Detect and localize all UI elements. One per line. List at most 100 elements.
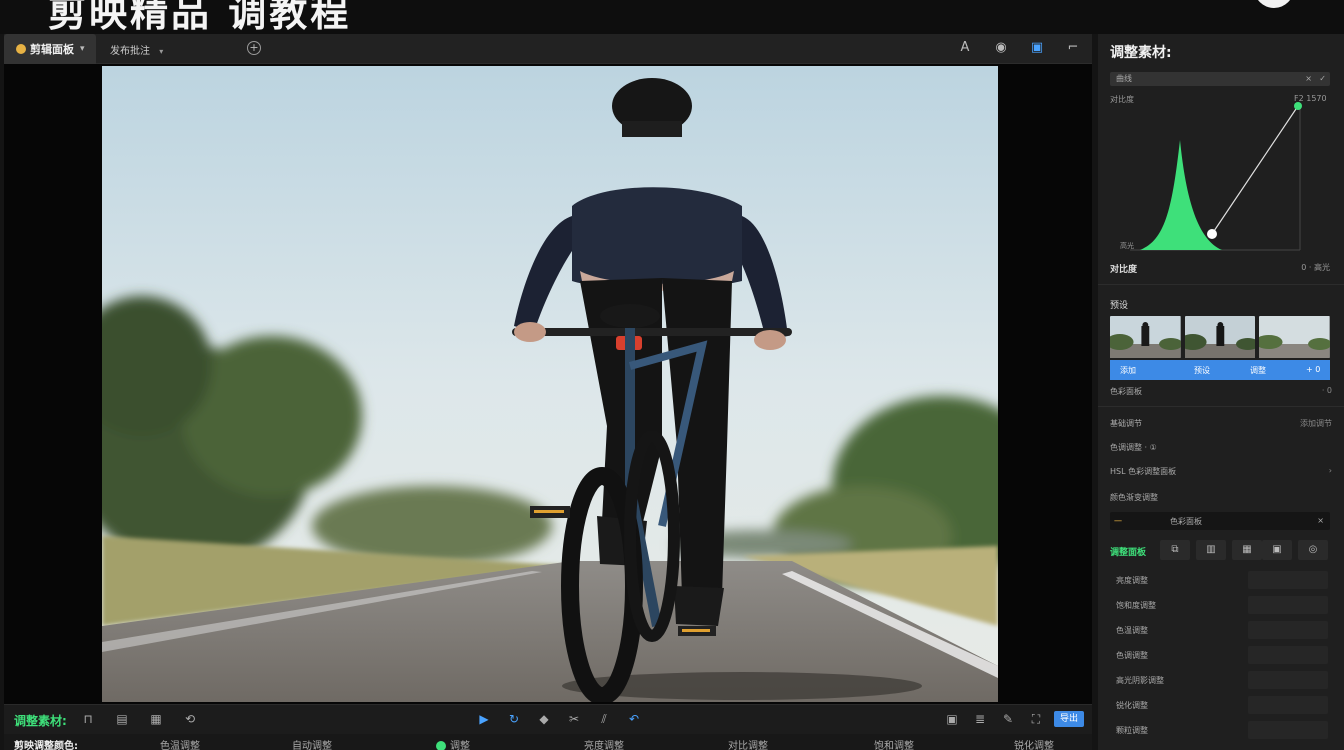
row-label: 颜色渐变调整 bbox=[1110, 493, 1158, 502]
preset-thumbnail[interactable] bbox=[1184, 316, 1256, 358]
panel-title: 调整素材: bbox=[1110, 45, 1172, 61]
preset-action[interactable]: 预设 bbox=[1194, 365, 1210, 376]
property-label: 亮度调整 bbox=[1116, 576, 1148, 585]
frame-icon[interactable]: ▦ bbox=[148, 711, 164, 727]
property-value-field[interactable] bbox=[1248, 721, 1328, 739]
close-icon[interactable]: × bbox=[1305, 72, 1312, 86]
strip-item[interactable]: 饱和调整 bbox=[874, 737, 914, 750]
logo-icon bbox=[1254, 0, 1294, 8]
grid-icon[interactable]: ▦ bbox=[1232, 540, 1262, 560]
banner-title: 剪映精品 调教程 bbox=[48, 0, 352, 34]
curve-selector[interactable]: 曲线 × ✓ bbox=[1110, 72, 1330, 86]
tab-publish[interactable]: 发布批注 ▾ bbox=[110, 42, 163, 57]
tabs-label: 调整面板 bbox=[1110, 548, 1147, 558]
split-clip-icon[interactable]: ⫽ bbox=[596, 711, 612, 727]
thumbnail-image bbox=[1184, 316, 1256, 358]
adjust-property[interactable]: 色温调整 bbox=[1112, 620, 1332, 640]
tab-label: 发布批注 bbox=[110, 46, 150, 57]
chevron-down-icon: ▾ bbox=[159, 47, 164, 56]
frame-icon[interactable]: ▣ bbox=[1262, 540, 1292, 560]
strip-item[interactable]: 亮度调整 bbox=[584, 737, 624, 750]
eye-icon[interactable]: ◉ bbox=[992, 39, 1010, 57]
property-label: 锐化调整 bbox=[1116, 701, 1148, 710]
panel-icon[interactable]: ▥ bbox=[1196, 540, 1226, 560]
strip-item[interactable]: 对比调整 bbox=[728, 737, 768, 750]
toolbar-right-icons: A ◉ ▣ ⌐ bbox=[956, 39, 1082, 57]
strip-item[interactable]: 调整 bbox=[436, 737, 470, 750]
bottom-strip: 剪映调整颜色: 色温调整 自动调整 调整 亮度调整 对比调整 饱和调整 锐化调整 bbox=[4, 734, 1092, 750]
text-icon[interactable]: ▤ bbox=[114, 711, 130, 727]
adjust-property[interactable]: 颗粒调整 bbox=[1112, 720, 1332, 740]
tab-label: 剪辑面板 bbox=[30, 43, 74, 56]
cyclist-photo bbox=[102, 66, 998, 702]
settings-row[interactable]: 基础调节 添加调节 bbox=[1110, 418, 1332, 429]
trim-icon[interactable]: ✂ bbox=[566, 711, 582, 727]
settings-row[interactable]: 颜色渐变调整 bbox=[1110, 492, 1332, 503]
property-value-field[interactable] bbox=[1248, 571, 1328, 589]
strip-item[interactable]: 自动调整 bbox=[292, 737, 332, 750]
adjust-property[interactable]: 亮度调整 bbox=[1112, 570, 1332, 590]
editor-toolbar: 剪辑面板 ▾ 发布批注 ▾ + A ◉ ▣ ⌐ bbox=[4, 34, 1092, 64]
check-icon[interactable]: ✓ bbox=[1319, 72, 1326, 86]
color-panel-selector[interactable]: 一 色彩面板 × bbox=[1110, 512, 1330, 530]
bottom-right-icons: ▣ ≣ ✎ ⛶ bbox=[944, 711, 1044, 727]
adjust-property[interactable]: 锐化调整 bbox=[1112, 695, 1332, 715]
split-icon[interactable]: ⊓ bbox=[80, 711, 96, 727]
text-style-icon[interactable]: A bbox=[956, 39, 974, 57]
copy-icon[interactable]: ⧉ bbox=[1160, 540, 1190, 560]
adjust-property[interactable]: 饱和度调整 bbox=[1112, 595, 1332, 615]
contrast-value: 0 · 高光 bbox=[1301, 263, 1330, 272]
adjust-property[interactable]: 色调调整 bbox=[1112, 645, 1332, 665]
tutorial-banner: 剪映精品 调教程 bbox=[0, 0, 1344, 34]
divider bbox=[1098, 406, 1344, 407]
property-label: 色温调整 bbox=[1116, 626, 1148, 635]
chevron-down-icon: ▾ bbox=[80, 44, 85, 54]
play-icon[interactable]: ▶ bbox=[476, 711, 492, 727]
add-tab-icon[interactable]: + bbox=[247, 41, 261, 55]
row-label: 基础调节 bbox=[1110, 419, 1142, 428]
image-icon[interactable]: ▣ bbox=[944, 711, 960, 727]
preset-action[interactable]: + 0 bbox=[1306, 365, 1320, 374]
property-value-field[interactable] bbox=[1248, 621, 1328, 639]
pen-icon[interactable]: ✎ bbox=[1000, 711, 1016, 727]
settings-row[interactable]: 色调调整 · ① bbox=[1110, 442, 1332, 453]
close-icon[interactable]: × bbox=[1317, 516, 1324, 525]
strip-item[interactable]: 色温调整 bbox=[160, 737, 200, 750]
preview-image[interactable] bbox=[102, 66, 998, 702]
preset-thumbnail[interactable] bbox=[1259, 316, 1331, 358]
strip-item[interactable]: 剪映调整颜色: bbox=[14, 737, 78, 750]
marker-icon[interactable]: ◆ bbox=[536, 711, 552, 727]
fullscreen-icon[interactable]: ⛶ bbox=[1028, 711, 1044, 727]
preset-action[interactable]: 调整 bbox=[1250, 365, 1266, 376]
preset-thumbnails bbox=[1110, 316, 1331, 358]
toggle-dot-icon bbox=[436, 741, 446, 750]
property-label: 高光阴影调整 bbox=[1116, 676, 1164, 685]
layers-icon[interactable]: ≣ bbox=[972, 711, 988, 727]
crop-icon[interactable]: ⌐ bbox=[1064, 39, 1082, 57]
curve-point[interactable] bbox=[1294, 102, 1302, 110]
property-value-field[interactable] bbox=[1248, 646, 1328, 664]
layout-icon[interactable]: ▣ bbox=[1028, 39, 1046, 57]
settings-row[interactable]: HSL 色彩调整面板 › bbox=[1110, 466, 1332, 477]
row-label: 色彩面板 bbox=[1110, 387, 1142, 396]
curve-point[interactable] bbox=[1207, 229, 1217, 239]
rotate-icon[interactable]: ⟲ bbox=[182, 711, 198, 727]
thumbnail-image bbox=[1110, 316, 1181, 358]
property-value-field[interactable] bbox=[1248, 671, 1328, 689]
strip-item[interactable]: 锐化调整 bbox=[1014, 737, 1054, 750]
undo-icon[interactable]: ↶ bbox=[626, 711, 642, 727]
loop-icon[interactable]: ↻ bbox=[506, 711, 522, 727]
preset-thumbnail[interactable] bbox=[1110, 316, 1181, 358]
property-value-field[interactable] bbox=[1248, 696, 1328, 714]
curve-bottom-label: 高光 bbox=[1120, 241, 1134, 250]
property-label: 饱和度调整 bbox=[1116, 601, 1156, 610]
adjust-property[interactable]: 高光阴影调整 bbox=[1112, 670, 1332, 690]
tab-edit-panel[interactable]: 剪辑面板 ▾ bbox=[4, 34, 96, 64]
preset-action-bar[interactable]: 添加 预设 调整 + 0 bbox=[1110, 360, 1330, 380]
row-value: · 0 bbox=[1321, 386, 1332, 395]
property-value-field[interactable] bbox=[1248, 596, 1328, 614]
preset-action[interactable]: 添加 bbox=[1120, 365, 1136, 376]
user-icon[interactable]: ◎ bbox=[1298, 540, 1328, 560]
export-button[interactable]: 导出 bbox=[1054, 711, 1084, 727]
curve-editor[interactable]: 高光 bbox=[1110, 100, 1326, 260]
